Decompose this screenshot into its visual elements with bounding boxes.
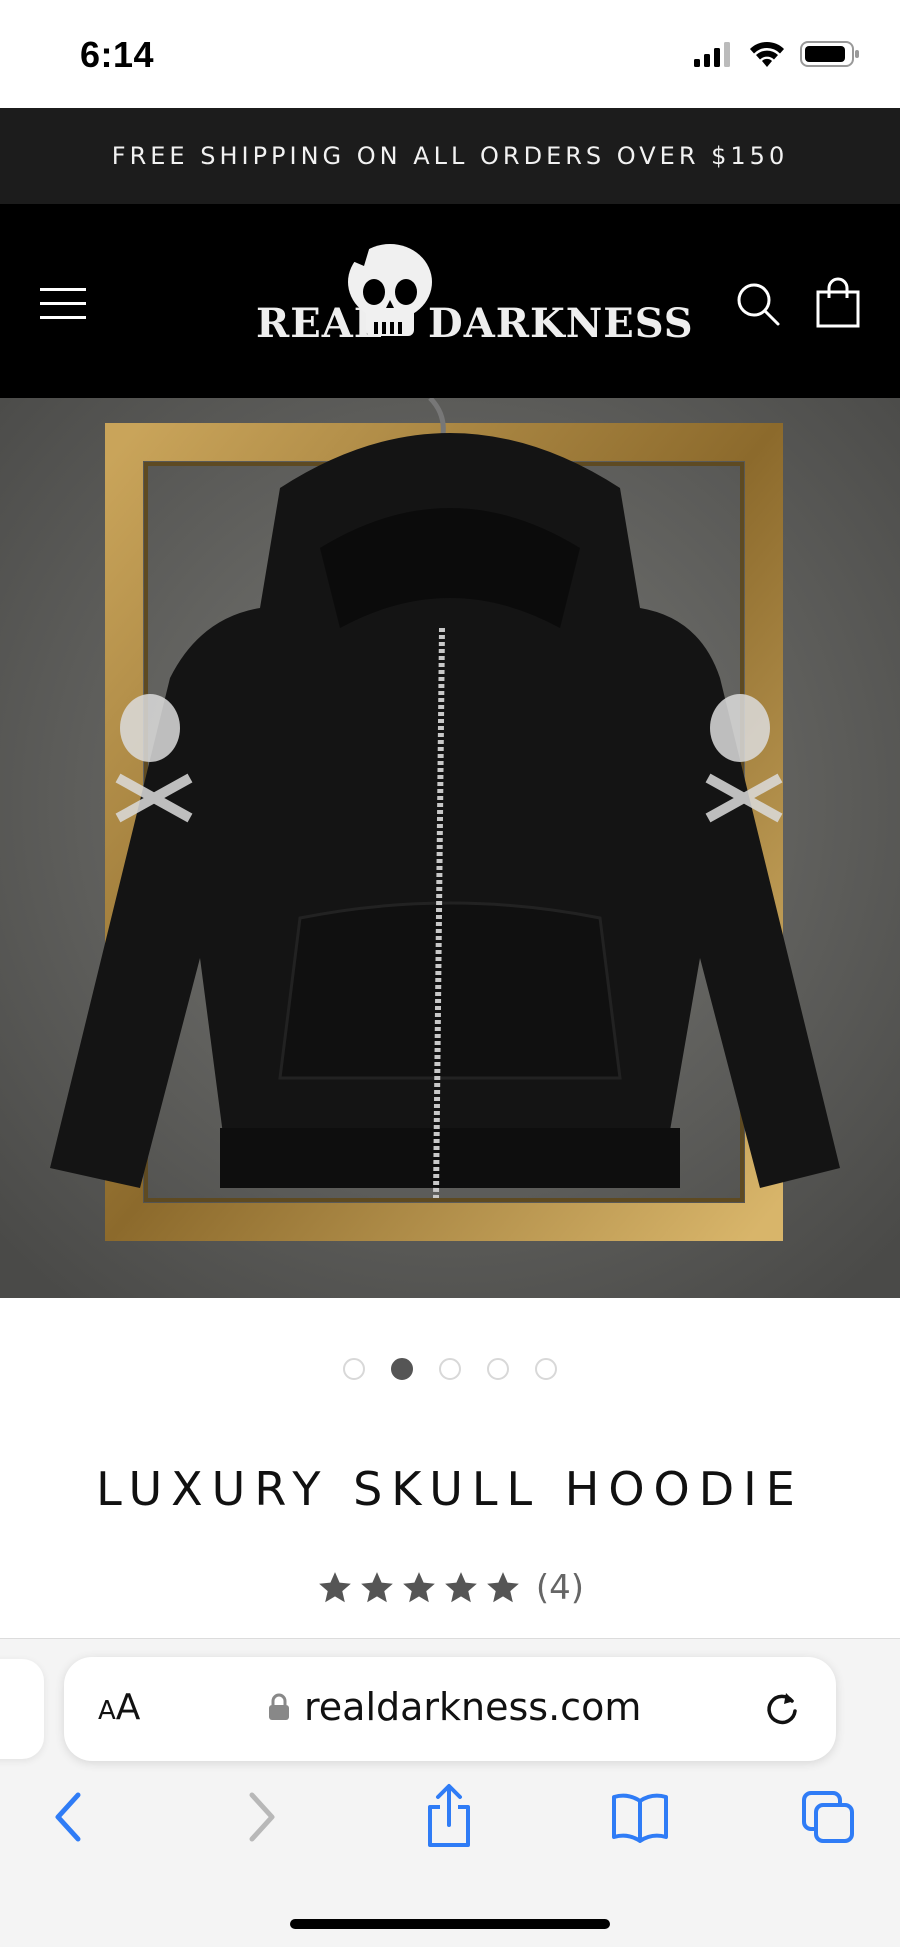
- back-icon[interactable]: [48, 1789, 88, 1845]
- address-bar[interactable]: AA realdarkness.com: [64, 1657, 836, 1761]
- reader-text-size-button[interactable]: AA: [98, 1687, 140, 1728]
- product-title: LUXURY SKULL HOODIE: [96, 1462, 804, 1516]
- menu-icon-bar: [40, 302, 86, 305]
- previous-tab-preview[interactable]: [0, 1659, 44, 1759]
- shopping-bag-icon[interactable]: [814, 276, 862, 328]
- site-header: REAL DARKNESS: [0, 204, 900, 398]
- aa-small-label: A: [98, 1696, 116, 1726]
- brand-logo[interactable]: REAL DARKNESS: [250, 240, 693, 364]
- star-icon: [361, 1572, 393, 1603]
- url-display[interactable]: realdarkness.com: [268, 1685, 641, 1729]
- product-image[interactable]: [0, 398, 900, 1298]
- logo-text-right: DARKNESS: [428, 300, 694, 347]
- menu-button[interactable]: [38, 284, 90, 324]
- browser-chrome: AA realdarkness.com: [0, 1638, 900, 1947]
- cellular-signal-icon: [694, 42, 730, 67]
- carousel-dot-2[interactable]: [391, 1358, 413, 1380]
- tabs-icon[interactable]: [800, 1789, 856, 1845]
- product-rating[interactable]: (4): [0, 1568, 900, 1608]
- hoodie-photo: [0, 398, 900, 1298]
- reload-icon[interactable]: [762, 1689, 802, 1729]
- wifi-icon: [750, 41, 784, 67]
- carousel-dot-5[interactable]: [535, 1358, 557, 1380]
- status-bar: 6:14: [0, 0, 900, 108]
- announcement-text: FREE SHIPPING ON ALL ORDERS OVER $150: [111, 142, 789, 170]
- url-text: realdarkness.com: [304, 1685, 642, 1729]
- share-icon[interactable]: [422, 1783, 476, 1849]
- carousel-dot-1[interactable]: [343, 1358, 365, 1380]
- announcement-bar: FREE SHIPPING ON ALL ORDERS OVER $150: [0, 108, 900, 204]
- status-time: 6:14: [80, 34, 155, 75]
- menu-icon: [40, 288, 86, 291]
- star-icon: [319, 1572, 351, 1603]
- star-icon: [403, 1572, 435, 1603]
- search-icon[interactable]: [734, 280, 782, 328]
- aa-large-label: A: [115, 1687, 141, 1728]
- star-icon: [487, 1572, 519, 1603]
- lock-icon: [269, 1693, 289, 1720]
- carousel-dot-3[interactable]: [439, 1358, 461, 1380]
- carousel-dot-4[interactable]: [487, 1358, 509, 1380]
- forward-icon[interactable]: [242, 1789, 282, 1845]
- battery-icon: [800, 41, 859, 67]
- image-carousel-dots: [0, 1358, 900, 1380]
- bookmarks-icon[interactable]: [610, 1791, 670, 1843]
- rating-count: (4): [535, 1568, 585, 1608]
- menu-icon-bar: [40, 316, 86, 319]
- status-icons: [694, 40, 860, 68]
- home-indicator[interactable]: [290, 1919, 610, 1929]
- star-icon: [445, 1572, 477, 1603]
